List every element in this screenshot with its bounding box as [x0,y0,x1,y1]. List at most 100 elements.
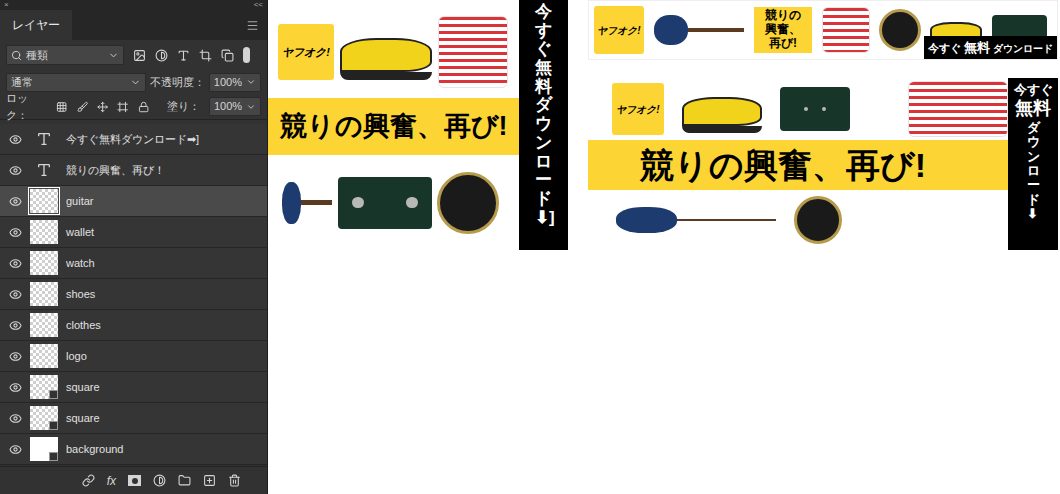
visibility-toggle[interactable] [0,350,30,363]
filter-toggle[interactable] [243,47,250,63]
eye-icon[interactable] [9,288,22,301]
guitar-image [616,202,776,238]
headline: 競りの興奮、再び! [640,140,926,191]
visibility-toggle[interactable] [0,381,30,394]
layer-thumbnail [30,282,58,306]
headline-line: 再び! [769,37,797,51]
eye-icon[interactable] [9,195,22,208]
layer-name: shoes [66,286,95,303]
layer-name: square [66,410,100,427]
guitar-image [282,173,332,233]
link-badge-icon [49,421,58,430]
layer-name: clothes [66,317,101,334]
lock-artboard-icon[interactable] [117,101,128,113]
lock-transparency-icon[interactable] [56,101,67,113]
eye-icon[interactable] [9,133,22,146]
text-layer-icon [30,127,58,151]
layer-name: wallet [66,224,94,241]
layer-row[interactable]: 競りの興奮、再び！ [0,155,267,186]
eye-icon[interactable] [9,412,22,425]
eye-icon[interactable] [9,443,22,456]
eye-icon[interactable] [9,164,22,177]
headline-line: 競りの [765,9,801,23]
watch-image [438,172,498,234]
shirt-image [438,16,508,88]
shoe-image [682,85,762,133]
opacity-field[interactable]: 100% [209,73,261,92]
layer-row[interactable]: logo [0,341,267,372]
layer-thumbnail [30,406,58,430]
lock-position-icon[interactable] [97,101,108,113]
new-layer-icon[interactable] [203,474,216,487]
headline-band: 競りの興奮、再び! [588,140,1008,190]
eye-icon[interactable] [9,381,22,394]
opacity-label: 不透明度： [150,74,205,91]
layer-mask-icon[interactable] [128,475,141,486]
visibility-toggle[interactable] [0,288,30,301]
shoe-image [340,24,432,80]
layers-tab[interactable]: レイヤー [0,10,72,40]
layer-name: square [66,379,100,396]
cta-label[interactable]: 今すぐ無料ダウンロード [924,36,1057,60]
layer-row[interactable]: 今すぐ無料ダウンロード➡] [0,124,267,155]
trash-icon[interactable] [228,474,241,487]
layer-row[interactable]: background [0,434,267,465]
text-layer-icon [30,158,58,182]
visibility-toggle[interactable] [0,164,30,177]
fill-field[interactable]: 100% [209,97,261,116]
layer-row[interactable]: square [0,372,267,403]
adjustment-filter-icon[interactable] [155,49,168,62]
layer-list: 今すぐ無料ダウンロード➡] 競りの興奮、再び！ guitar wallet watch s… [0,120,267,466]
wallet-image [338,177,432,229]
visibility-toggle[interactable] [0,443,30,456]
panel-menu-icon[interactable] [246,19,259,32]
visibility-toggle[interactable] [0,133,30,146]
wallet-image [780,87,850,131]
panel-footer: fx [0,466,267,494]
headline-box: 競りの興奮、再び! [754,7,812,52]
layers-panel: ×<<レイヤー種類通常不透明度：100%ロック：塗り：100%今すぐ無料ダウンロ… [0,0,268,494]
filter-select[interactable]: 種類 [6,45,124,65]
layer-name: background [66,441,124,458]
blend-mode-select[interactable]: 通常 [6,73,146,92]
visibility-toggle[interactable] [0,195,30,208]
adjustment-layer-icon[interactable] [153,474,166,487]
cta-strip[interactable]: 今すぐ無料ダウンロード⬇ [1008,78,1058,250]
cta-strip[interactable]: 今すぐ無料ダウンロード⬇] [519,0,568,250]
canvas-area: ヤフオク!競りの興奮、再び!今すぐ無料ダウンロード⬇]ヤフオク!競りの興奮、再び… [268,0,1060,494]
layer-row[interactable]: wallet [0,217,267,248]
layer-name: 競りの興奮、再び！ [66,162,165,179]
eye-icon[interactable] [9,257,22,270]
lock-all-icon[interactable] [138,101,149,113]
close-button[interactable]: × [4,1,9,9]
smart-object-filter-icon[interactable] [221,49,234,62]
filter-row: 種類 [0,40,267,70]
layer-style-button[interactable]: fx [107,472,116,490]
layer-row[interactable]: watch [0,248,267,279]
eye-icon[interactable] [9,319,22,332]
watch-image [880,9,920,51]
link-badge-icon [49,390,58,399]
collapse-button[interactable]: << [254,1,263,9]
visibility-toggle[interactable] [0,412,30,425]
eye-icon[interactable] [9,226,22,239]
layer-name: watch [66,255,95,272]
eye-icon[interactable] [9,350,22,363]
visibility-toggle[interactable] [0,257,30,270]
layer-thumbnail [30,251,58,275]
layer-row[interactable]: square [0,403,267,434]
lock-pixels-icon[interactable] [77,101,88,113]
layer-row[interactable]: guitar [0,186,267,217]
type-filter-icon[interactable] [177,49,190,62]
pixel-filter-icon[interactable] [133,49,146,62]
visibility-toggle[interactable] [0,226,30,239]
leaderboard-banner: ヤフオク!競りの興奮、再び!今すぐ無料ダウンロード [588,0,1058,60]
layer-row[interactable]: shoes [0,279,267,310]
panel-titlebar: × << [0,0,267,10]
visibility-toggle[interactable] [0,319,30,332]
layer-row[interactable]: clothes [0,310,267,341]
shape-filter-icon[interactable] [199,49,212,62]
headline: 競りの興奮、再び! [280,106,508,147]
link-layers-icon[interactable] [82,474,95,487]
group-icon[interactable] [178,474,191,487]
